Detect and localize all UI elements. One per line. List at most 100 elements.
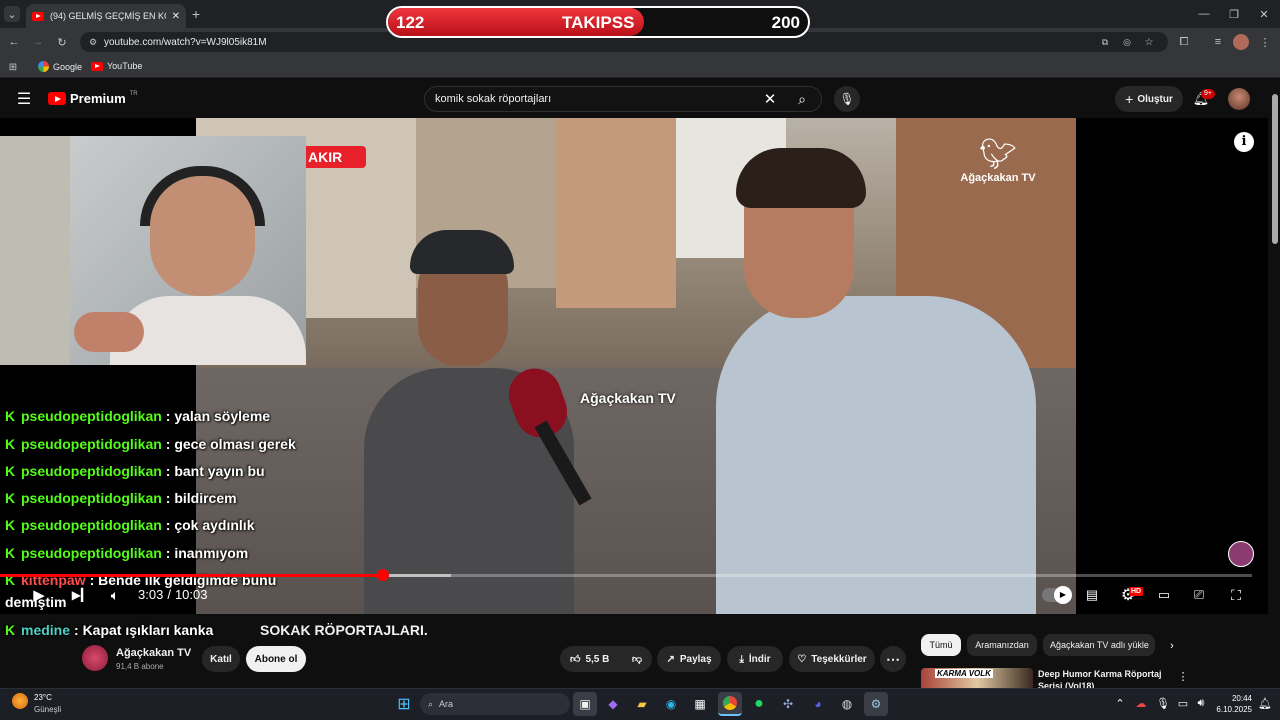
browser-tab[interactable]: (94) GELMİŞ GEÇMİŞ EN KOMİK ✕ (26, 4, 186, 28)
bookmark-star-icon[interactable]: ☆ (1142, 35, 1156, 49)
chat-username: pseudopeptidoglikan (21, 463, 162, 479)
minimize-icon[interactable]: — (1196, 6, 1212, 22)
chat-message: Kpseudopeptidoglikan: yalan söyleme (5, 408, 270, 424)
cast-icon[interactable]: ⎚ (1188, 586, 1210, 604)
copilot-icon[interactable]: ◆ (601, 692, 625, 716)
bookmark-google[interactable]: Google (38, 61, 82, 72)
speaker-icon[interactable]: 🔊︎ (1194, 696, 1208, 710)
extensions-icon[interactable]: ⧠ (1176, 34, 1192, 50)
next-icon[interactable]: ▶▎ (72, 586, 90, 604)
discord-icon[interactable]: ◕ (806, 692, 830, 716)
filter-chip-channel[interactable]: Ağaçkakan TV adlı yükle (1043, 634, 1155, 656)
tray-overflow-icon[interactable]: ⌃ (1114, 696, 1126, 710)
volume-icon[interactable]: 🔈︎ (106, 586, 124, 604)
install-icon[interactable]: ⧉ (1098, 35, 1112, 49)
app-icon[interactable]: ✣ (776, 692, 800, 716)
follower-goal-counter: 122 TAKIPSS 200 (386, 6, 810, 38)
channel-avatar[interactable] (82, 645, 108, 671)
subscribe-button[interactable]: Abone ol (246, 646, 306, 672)
chat-text: : yalan söyleme (165, 408, 271, 424)
channel-branding-avatar[interactable] (1228, 541, 1254, 567)
window-close-icon[interactable]: ✕ (1256, 6, 1272, 22)
reload-icon[interactable]: ↻ (54, 34, 70, 50)
tray-app-icon[interactable]: ☁ (1134, 696, 1148, 710)
related-title[interactable]: Deep Humor Karma Röportaj Serisi (Vol18) (1038, 668, 1168, 688)
related-more-icon[interactable]: ⋮ (1176, 668, 1190, 684)
taskbar-search[interactable]: ⌕ Ara (420, 693, 570, 715)
share-label: Paylaş (679, 653, 712, 665)
chrome-icon[interactable] (718, 692, 742, 716)
search-icon[interactable]: ⌕ (792, 90, 812, 108)
notification-center-icon[interactable]: 🔔︎ (1258, 696, 1272, 710)
youtube-logo[interactable]: Premium TR (48, 91, 138, 106)
clock[interactable]: 20:44 6.10.2025 (1214, 693, 1252, 715)
watermark-text: Ağaçkakan TV (960, 172, 1036, 184)
obs-icon[interactable]: ◍ (835, 692, 859, 716)
download-button[interactable]: ⤓ İndir (727, 646, 783, 672)
chips-next-icon[interactable]: › (1164, 638, 1180, 654)
weather-sun-icon[interactable] (12, 693, 28, 709)
bookmark-youtube[interactable]: YouTube (91, 61, 142, 71)
filter-chip-all[interactable]: Tümü (921, 634, 961, 656)
thanks-button[interactable]: ♡ Teşekkürler (789, 646, 875, 672)
info-icon[interactable]: i (1234, 132, 1254, 152)
hamburger-menu-icon[interactable]: ☰ (14, 90, 34, 108)
theater-mode-icon[interactable]: ▭ (1154, 586, 1174, 604)
thumbs-down-icon[interactable]: 👎︎ (632, 653, 642, 665)
autoplay-toggle[interactable]: ▶ (1042, 586, 1072, 604)
channel-name[interactable]: Ağaçkakan TV (116, 647, 191, 659)
spotify-icon[interactable]: ● (747, 692, 771, 716)
browser-menu-icon[interactable]: ⋮ (1258, 34, 1272, 50)
apps-grid-icon[interactable]: ⊞ (6, 60, 20, 74)
task-view-icon[interactable]: ▣ (573, 692, 597, 716)
follower-current: 122 (396, 13, 425, 32)
forward-icon[interactable]: → (30, 34, 46, 50)
reading-list-icon[interactable]: ≡ (1210, 34, 1226, 50)
account-avatar[interactable] (1228, 88, 1250, 110)
share-icon: ↗ (666, 653, 675, 665)
site-info-icon[interactable]: ⚙ (86, 35, 100, 49)
weather-temp: 23°C (34, 693, 52, 702)
play-icon[interactable]: ▶ (30, 586, 48, 604)
tray-mic-icon[interactable]: 🎙︎ (1156, 696, 1170, 710)
voice-search-button[interactable]: 🎙︎ (834, 86, 860, 112)
create-button[interactable]: + Oluştur (1115, 86, 1183, 112)
follower-goal-label: TAKIPSS (562, 13, 635, 32)
follower-goal: 200 (771, 13, 800, 32)
logo-text: Premium (70, 91, 126, 106)
tab-close-icon[interactable]: ✕ (172, 11, 180, 22)
edge-icon[interactable]: ◉ (659, 692, 683, 716)
filter-chip-from-search[interactable]: Aramanızdan (967, 634, 1037, 656)
download-icon: ⤓ (739, 653, 744, 665)
chip-label: Tümü (929, 640, 953, 650)
related-thumbnail[interactable]: KARMA VOLK (921, 668, 1033, 688)
like-button[interactable]: 👍︎ 5,5 B (570, 653, 609, 666)
steam-icon[interactable]: ⚙ (864, 692, 888, 716)
restore-icon[interactable]: ❐ (1226, 6, 1242, 22)
time-total: 10:03 (174, 587, 208, 602)
progress-scrubber[interactable] (377, 569, 390, 581)
share-button[interactable]: ↗ Paylaş (657, 646, 721, 672)
network-icon[interactable]: ▭ (1176, 696, 1190, 710)
create-label: Oluştur (1137, 93, 1173, 105)
start-windows-icon[interactable]: ⊞ (392, 692, 416, 716)
join-button[interactable]: Katıl (202, 646, 240, 672)
video-progress-bar[interactable] (0, 574, 1252, 577)
store-icon[interactable]: ▦ (688, 692, 712, 716)
page-scrollbar[interactable] (1270, 80, 1280, 688)
subscriber-count: 91,4 B abone (116, 662, 164, 671)
fullscreen-icon[interactable]: ⛶ (1226, 586, 1246, 604)
scrollbar-thumb[interactable] (1272, 94, 1278, 244)
subtitles-icon[interactable]: ▤ (1082, 586, 1102, 604)
tab-search-icon[interactable]: ⌄ (4, 6, 20, 22)
logo-region: TR (129, 91, 138, 97)
back-icon[interactable]: ← (6, 34, 22, 50)
chat-text: : çok aydınlık (165, 517, 255, 533)
eye-off-icon[interactable]: ◎ (1120, 35, 1134, 49)
video-title-partial: SOKAK RÖPORTAJLARI. (260, 622, 428, 638)
profile-avatar[interactable] (1233, 34, 1249, 50)
clear-search-icon[interactable]: ✕ (762, 90, 778, 108)
new-tab-icon[interactable]: + (188, 6, 204, 22)
more-actions-icon[interactable]: ⋯ (880, 646, 906, 672)
file-explorer-icon[interactable]: ▰ (630, 692, 654, 716)
